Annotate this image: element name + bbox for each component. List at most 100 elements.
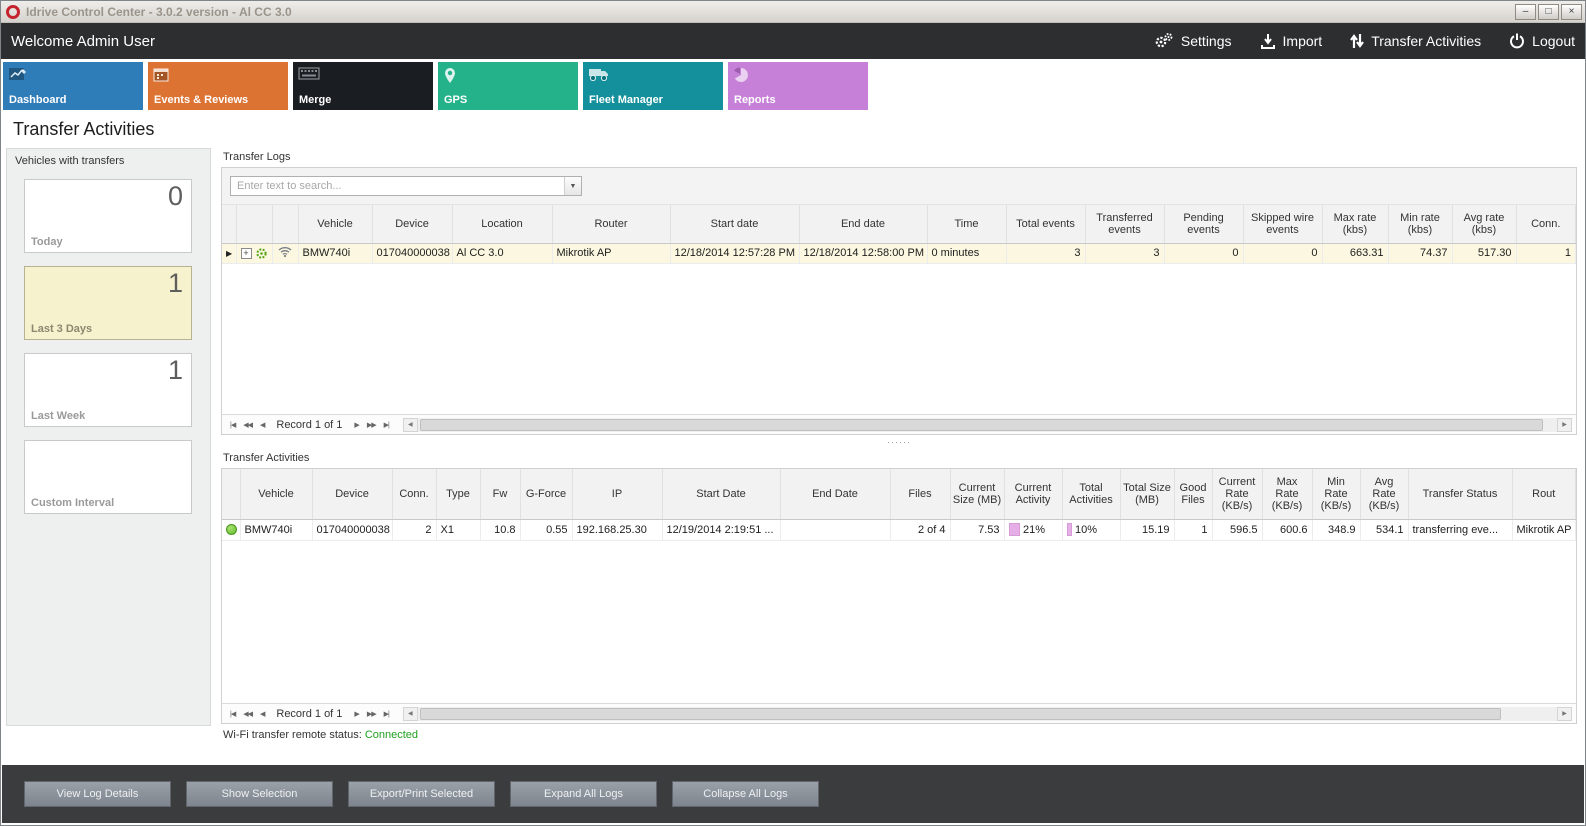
- pager-next-button[interactable]: ▶: [350, 421, 362, 429]
- col-device[interactable]: Device: [312, 469, 392, 519]
- pager-next-page-button[interactable]: ▶▶: [363, 710, 380, 718]
- col-total-size[interactable]: Total Size (MB): [1120, 469, 1174, 519]
- scrollbar-thumb[interactable]: [420, 419, 1543, 431]
- card-custom-interval[interactable]: Custom Interval: [24, 440, 192, 514]
- tile-dashboard[interactable]: Dashboard: [3, 62, 143, 110]
- card-last-week[interactable]: 1 Last Week: [24, 353, 192, 427]
- card-today[interactable]: 0 Today: [24, 179, 192, 253]
- card-label: Last Week: [31, 410, 85, 422]
- col-files[interactable]: Files: [890, 469, 950, 519]
- pager-last-button[interactable]: ▶|: [380, 710, 393, 718]
- scroll-right-button[interactable]: ▶: [1557, 707, 1572, 721]
- transfer-activities-button[interactable]: Transfer Activities: [1350, 33, 1481, 49]
- cell-router: Mikrotik AP: [552, 243, 670, 263]
- col-total-activities[interactable]: Total Activities: [1062, 469, 1120, 519]
- pager-prev-button[interactable]: ◀: [256, 421, 268, 429]
- scrollbar-thumb[interactable]: [420, 708, 1501, 720]
- tile-gps[interactable]: GPS: [438, 62, 578, 110]
- progress-label: 10%: [1075, 524, 1097, 536]
- col-total-events[interactable]: Total events: [1006, 205, 1085, 243]
- col-max-rate[interactable]: Max Rate (KB/s): [1262, 469, 1312, 519]
- search-input[interactable]: [231, 177, 564, 195]
- tile-fleet-manager[interactable]: Fleet Manager: [583, 62, 723, 110]
- pager-first-button[interactable]: |◀: [226, 421, 239, 429]
- col-max-rate[interactable]: Max rate (kbs): [1322, 205, 1388, 243]
- col-conn[interactable]: Conn.: [392, 469, 436, 519]
- col-current-size[interactable]: Current Size (MB): [950, 469, 1004, 519]
- pager-first-button[interactable]: |◀: [226, 710, 239, 718]
- col-router[interactable]: Rout: [1512, 469, 1576, 519]
- scroll-left-button[interactable]: ◀: [403, 418, 418, 432]
- col-vehicle[interactable]: Vehicle: [298, 205, 372, 243]
- table-row[interactable]: BMW740i 017040000038 2 X1 10.8 0.55 192.…: [222, 519, 1576, 540]
- col-current-activity[interactable]: Current Activity: [1004, 469, 1062, 519]
- cell-fw: 10.8: [480, 519, 520, 540]
- cell-total-events: 3: [1006, 243, 1085, 263]
- col-end-date[interactable]: End date: [799, 205, 927, 243]
- tile-reports[interactable]: Reports: [728, 62, 868, 110]
- expand-row-button[interactable]: +: [241, 248, 252, 259]
- col-transferred-events[interactable]: Transferred events: [1085, 205, 1164, 243]
- col-good-files[interactable]: Good Files: [1174, 469, 1212, 519]
- col-ip[interactable]: IP: [572, 469, 662, 519]
- total-activities-progress: 10%: [1067, 522, 1116, 538]
- export-print-selected-button[interactable]: Export/Print Selected: [348, 781, 495, 807]
- col-time[interactable]: Time: [927, 205, 1006, 243]
- gear-status-icon: [255, 247, 268, 259]
- col-avg-rate[interactable]: Avg Rate (KB/s): [1360, 469, 1408, 519]
- col-min-rate[interactable]: Min rate (kbs): [1388, 205, 1452, 243]
- col-transfer-status[interactable]: Transfer Status: [1408, 469, 1512, 519]
- col-current-rate[interactable]: Current Rate (KB/s): [1212, 469, 1262, 519]
- scrollbar-track[interactable]: [418, 707, 1557, 721]
- col-start-date[interactable]: Start date: [670, 205, 799, 243]
- cell-good-files: 1: [1174, 519, 1212, 540]
- scroll-right-button[interactable]: ▶: [1557, 418, 1572, 432]
- col-end-date[interactable]: End Date: [780, 469, 890, 519]
- scrollbar-track[interactable]: [418, 418, 1557, 432]
- expand-all-logs-button[interactable]: Expand All Logs: [510, 781, 657, 807]
- pager-prev-page-button[interactable]: ◀◀: [239, 710, 256, 718]
- col-fw[interactable]: Fw: [480, 469, 520, 519]
- col-conn[interactable]: Conn.: [1516, 205, 1576, 243]
- pager-last-button[interactable]: ▶|: [380, 421, 393, 429]
- col-pending-events[interactable]: Pending events: [1164, 205, 1243, 243]
- col-start-date[interactable]: Start Date: [662, 469, 780, 519]
- pager-next-button[interactable]: ▶: [350, 710, 362, 718]
- table-row[interactable]: ▶ + BMW740i 017040000038 Al CC 3.0 Mikro…: [222, 243, 1576, 263]
- col-skipped-wire-events[interactable]: Skipped wire events: [1243, 205, 1322, 243]
- window-title: Idrive Control Center - 3.0.2 version - …: [26, 5, 1515, 19]
- col-min-rate[interactable]: Min Rate (KB/s): [1312, 469, 1360, 519]
- keyboard-icon: [298, 67, 320, 85]
- pager-prev-page-button[interactable]: ◀◀: [239, 421, 256, 429]
- pager-next-page-button[interactable]: ▶▶: [363, 421, 380, 429]
- col-avg-rate[interactable]: Avg rate (kbs): [1452, 205, 1516, 243]
- cell-start-date: 12/18/2014 12:57:28 PM: [670, 243, 799, 263]
- view-log-details-button[interactable]: View Log Details: [24, 781, 171, 807]
- horizontal-scrollbar[interactable]: ◀ ▶: [403, 707, 1572, 721]
- tile-events-reviews[interactable]: Events & Reviews: [148, 62, 288, 110]
- close-button[interactable]: ×: [1561, 4, 1582, 20]
- show-selection-button[interactable]: Show Selection: [186, 781, 333, 807]
- col-gforce[interactable]: G-Force: [520, 469, 572, 519]
- settings-button[interactable]: Settings: [1152, 32, 1232, 50]
- card-last-3-days[interactable]: 1 Last 3 Days: [24, 266, 192, 340]
- panel-splitter-handle[interactable]: ······: [221, 435, 1577, 449]
- col-device[interactable]: Device: [372, 205, 452, 243]
- search-dropdown-button[interactable]: ▼: [564, 177, 581, 195]
- pager-prev-button[interactable]: ◀: [256, 710, 268, 718]
- minimize-button[interactable]: –: [1515, 4, 1536, 20]
- logout-button[interactable]: Logout: [1509, 33, 1575, 49]
- col-router[interactable]: Router: [552, 205, 670, 243]
- col-vehicle[interactable]: Vehicle: [240, 469, 312, 519]
- horizontal-scrollbar[interactable]: ◀ ▶: [403, 418, 1572, 432]
- cell-skipped-wire-events: 0: [1243, 243, 1322, 263]
- col-location[interactable]: Location: [452, 205, 552, 243]
- collapse-all-logs-button[interactable]: Collapse All Logs: [672, 781, 819, 807]
- cell-max-rate: 663.31: [1322, 243, 1388, 263]
- import-button[interactable]: Import: [1260, 33, 1323, 49]
- dashboard-icon: [8, 67, 28, 87]
- maximize-button[interactable]: □: [1538, 4, 1559, 20]
- tile-merge[interactable]: Merge: [293, 62, 433, 110]
- scroll-left-button[interactable]: ◀: [403, 707, 418, 721]
- col-type[interactable]: Type: [436, 469, 480, 519]
